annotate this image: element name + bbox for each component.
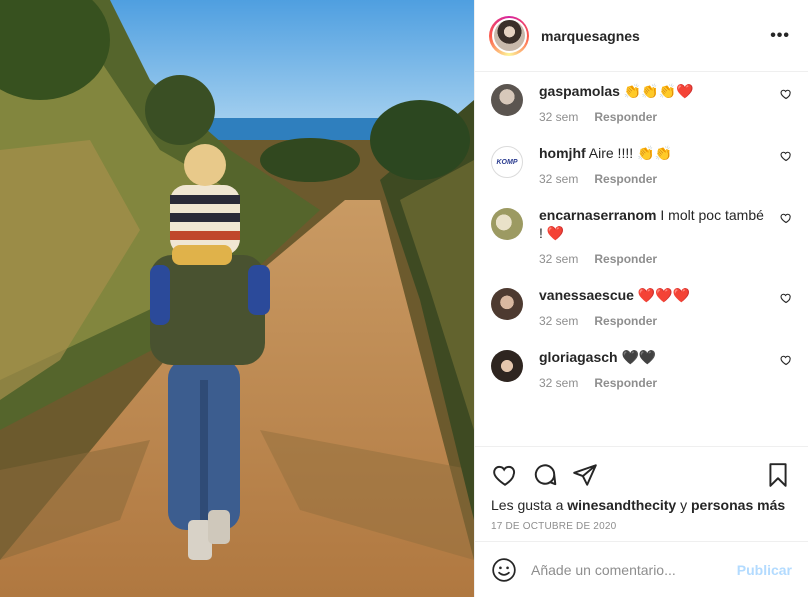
post-date[interactable]: 17 de octubre de 2020: [491, 521, 792, 532]
commenter-avatar[interactable]: [491, 84, 523, 116]
more-options-icon[interactable]: •••: [766, 23, 794, 49]
comment-text: ❤️❤️❤️: [633, 287, 691, 303]
comments-list: gaspamolas 👏👏👏❤️ 32 sem Responder KOMP ho…: [475, 72, 808, 446]
comment-item: vanessaescue ❤️❤️❤️ 32 sem Responder: [491, 286, 792, 328]
comment-username[interactable]: encarnaserranom: [539, 207, 657, 223]
author-username[interactable]: marquesagnes: [541, 28, 766, 44]
comment-time[interactable]: 32 sem: [539, 314, 578, 328]
commenter-avatar[interactable]: [491, 208, 523, 240]
like-comment-heart-icon[interactable]: [780, 354, 792, 366]
like-comment-heart-icon[interactable]: [780, 212, 792, 224]
post-header: marquesagnes •••: [475, 0, 808, 72]
comment-item: gloriagasch 🖤🖤 32 sem Responder: [491, 348, 792, 390]
smiley-icon[interactable]: [491, 557, 517, 583]
comment-input[interactable]: [531, 561, 737, 578]
commenter-avatar[interactable]: [491, 350, 523, 382]
reply-button[interactable]: Responder: [594, 314, 657, 328]
likes-conj: y: [676, 497, 691, 513]
comment-text: 👏👏👏❤️: [619, 83, 694, 99]
like-comment-heart-icon[interactable]: [780, 292, 792, 304]
comment-text: 🖤🖤: [617, 349, 657, 365]
commenter-avatar[interactable]: [491, 288, 523, 320]
publish-button[interactable]: Publicar: [737, 562, 792, 578]
like-comment-heart-icon[interactable]: [780, 150, 792, 162]
comment-text: Aire !!!! 👏👏: [585, 145, 672, 161]
instagram-post: marquesagnes ••• gaspamolas 👏👏👏❤️ 32 sem…: [0, 0, 808, 597]
comment-username[interactable]: gloriagasch: [539, 349, 618, 365]
comment-time[interactable]: 32 sem: [539, 172, 578, 186]
likes-prefix: Les gusta a: [491, 497, 568, 513]
commenter-avatar[interactable]: KOMP: [491, 146, 523, 178]
post-photo[interactable]: [0, 0, 474, 597]
post-panel: marquesagnes ••• gaspamolas 👏👏👏❤️ 32 sem…: [474, 0, 808, 597]
post-photo-image: [0, 0, 474, 597]
likes-summary: Les gusta a winesandthecity y personas m…: [491, 497, 792, 513]
comment-username[interactable]: gaspamolas: [539, 83, 620, 99]
comment-time[interactable]: 32 sem: [539, 376, 578, 390]
comment-time[interactable]: 32 sem: [539, 110, 578, 124]
likes-others[interactable]: personas más: [691, 497, 785, 513]
likes-user[interactable]: winesandthecity: [567, 497, 676, 513]
reply-button[interactable]: Responder: [594, 172, 657, 186]
comment-item: gaspamolas 👏👏👏❤️ 32 sem Responder: [491, 82, 792, 124]
comment-username[interactable]: homjhf: [539, 145, 586, 161]
author-avatar-ring[interactable]: [489, 15, 529, 56]
heart-icon[interactable]: [491, 461, 519, 489]
reply-button[interactable]: Responder: [594, 252, 657, 266]
bookmark-icon[interactable]: [764, 461, 792, 489]
comment-time[interactable]: 32 sem: [539, 252, 578, 266]
post-actions: Les gusta a winesandthecity y personas m…: [475, 446, 808, 541]
comment-item: KOMP homjhf Aire !!!! 👏👏 32 sem Responder: [491, 144, 792, 186]
like-comment-heart-icon[interactable]: [780, 88, 792, 100]
reply-button[interactable]: Responder: [594, 376, 657, 390]
comment-icon[interactable]: [531, 461, 559, 489]
comment-username[interactable]: vanessaescue: [539, 287, 634, 303]
reply-button[interactable]: Responder: [594, 110, 657, 124]
author-avatar[interactable]: [493, 20, 525, 51]
add-comment-bar: Publicar: [475, 541, 808, 597]
share-icon[interactable]: [571, 461, 599, 489]
comment-item: encarnaserranom I molt poc també ! ❤️ 32…: [491, 206, 792, 266]
